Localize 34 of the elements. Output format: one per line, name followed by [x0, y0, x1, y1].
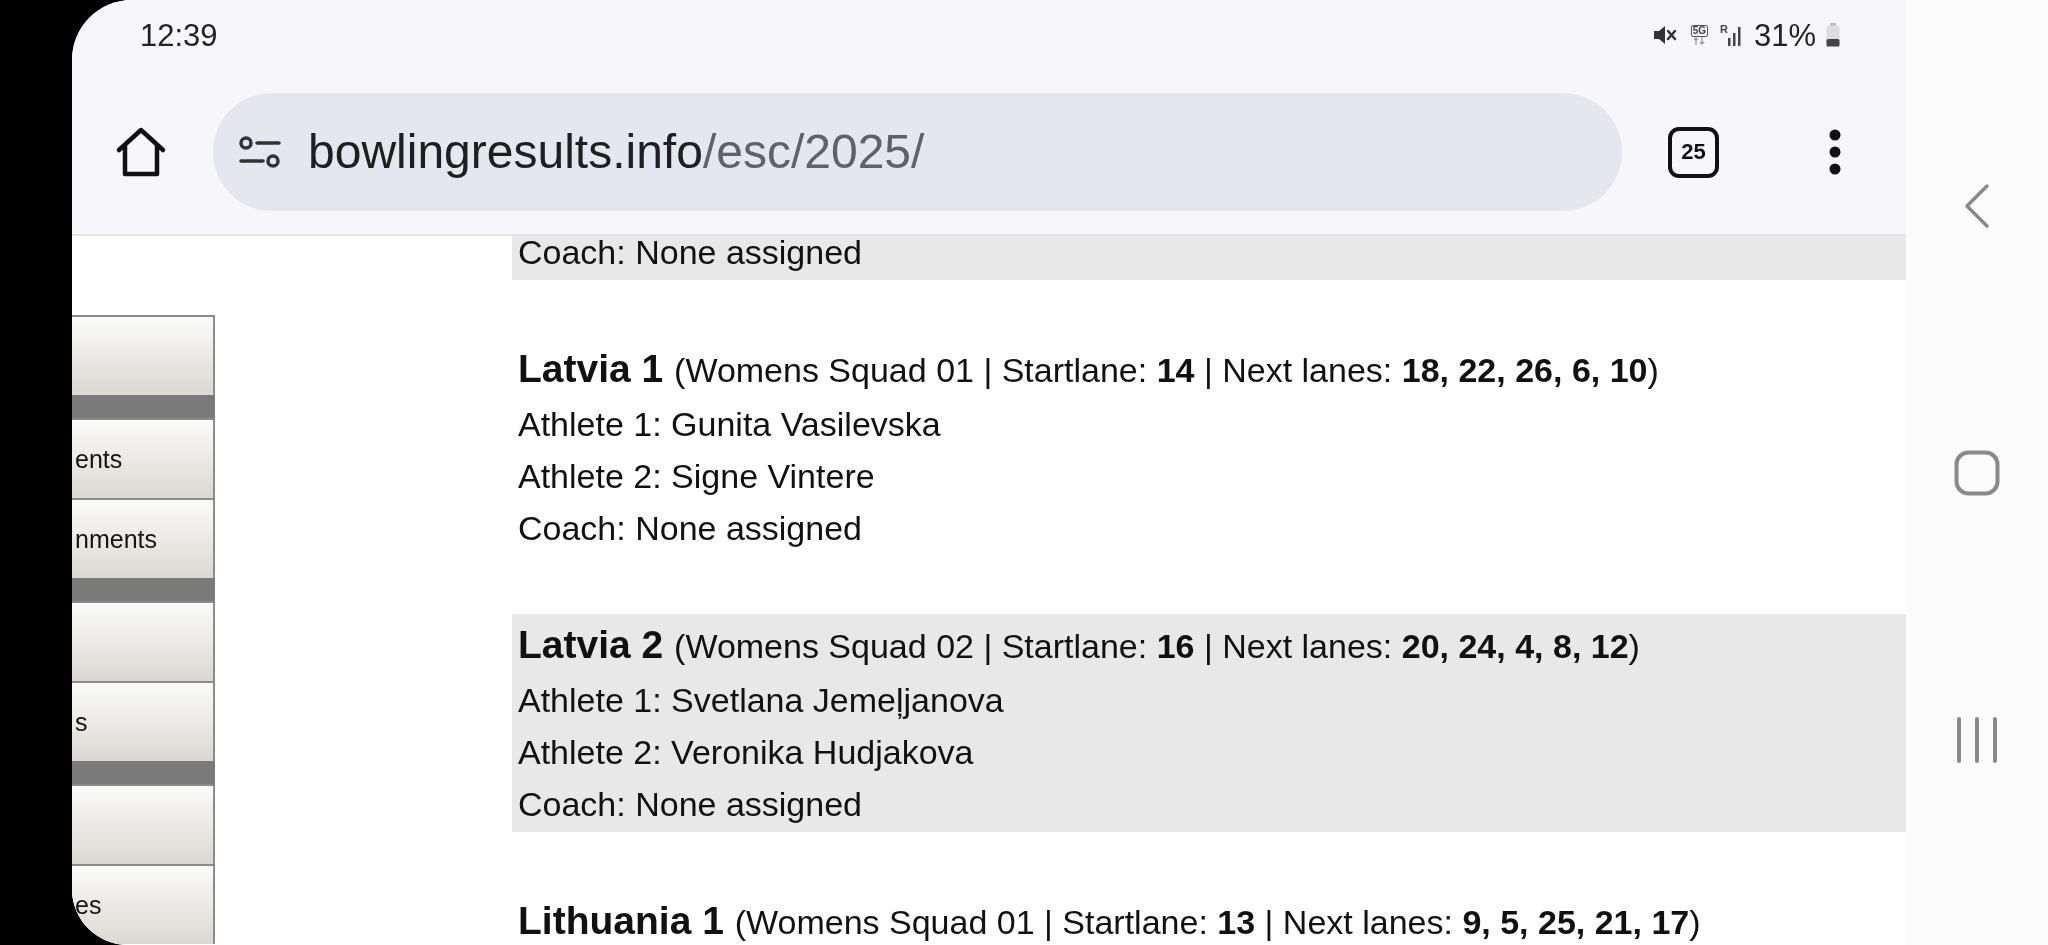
clock-time: 12:39	[140, 19, 218, 51]
team-heading: Latvia 2 (Womens Squad 02 | Startlane: 16 | Next lanes: 20, 24, 4, 8, 12)	[518, 624, 1640, 664]
roaming-label: R	[1720, 24, 1728, 35]
battery-percentage: 31%	[1753, 19, 1816, 51]
tab-count-button[interactable]: 25	[1668, 126, 1719, 178]
sliders-icon[interactable]	[239, 135, 281, 169]
muted-speaker-icon	[1652, 24, 1677, 46]
data-arrows-icon	[1692, 37, 1707, 45]
roster-line: Coach: None assigned	[518, 787, 862, 821]
home-square-icon[interactable]	[1954, 450, 2000, 496]
sidebar-button[interactable]	[72, 315, 215, 395]
signal-icon	[1727, 24, 1742, 46]
roster-line: Athlete 1: Gunita Vasilevska	[518, 407, 941, 441]
sidebar-button[interactable]: nments	[72, 498, 215, 578]
roster-line: Coach: None assigned	[518, 511, 862, 545]
roster-line: Athlete 2: Signe Vintere	[518, 459, 875, 493]
url-text: bowlingresults.info/esc/2025/	[308, 128, 925, 176]
roster-line: Athlete 2: Veronika Hudjakova	[518, 735, 974, 769]
roster-line: Coach: None assigned	[518, 236, 862, 269]
back-icon[interactable]	[1964, 183, 1990, 229]
more-options-icon[interactable]	[1829, 129, 1841, 175]
sidebar-button[interactable]: es	[72, 864, 215, 944]
team-heading: Latvia 1 (Womens Squad 01 | Startlane: 14 | Next lanes: 18, 22, 26, 6, 10)	[518, 348, 1659, 388]
recent-apps-icon[interactable]	[1956, 717, 1998, 763]
home-icon[interactable]	[115, 126, 167, 178]
address-bar[interactable]: bowlingresults.info/esc/2025/	[213, 93, 1622, 211]
team-heading: Lithuania 1 (Womens Squad 01 | Startlane: 13 | Next lanes: 9, 5, 25, 21, 17)	[518, 900, 1701, 940]
roster-line: Athlete 1: Svetlana Jemeļjanova	[518, 683, 1004, 717]
sidebar-button[interactable]: s	[72, 681, 215, 761]
sidebar-button[interactable]	[72, 601, 215, 681]
sidebar-button[interactable]: ents	[72, 418, 215, 498]
network-type-label: 5G	[1690, 25, 1708, 37]
battery-icon	[1826, 23, 1840, 47]
sidebar-button[interactable]	[72, 784, 215, 864]
